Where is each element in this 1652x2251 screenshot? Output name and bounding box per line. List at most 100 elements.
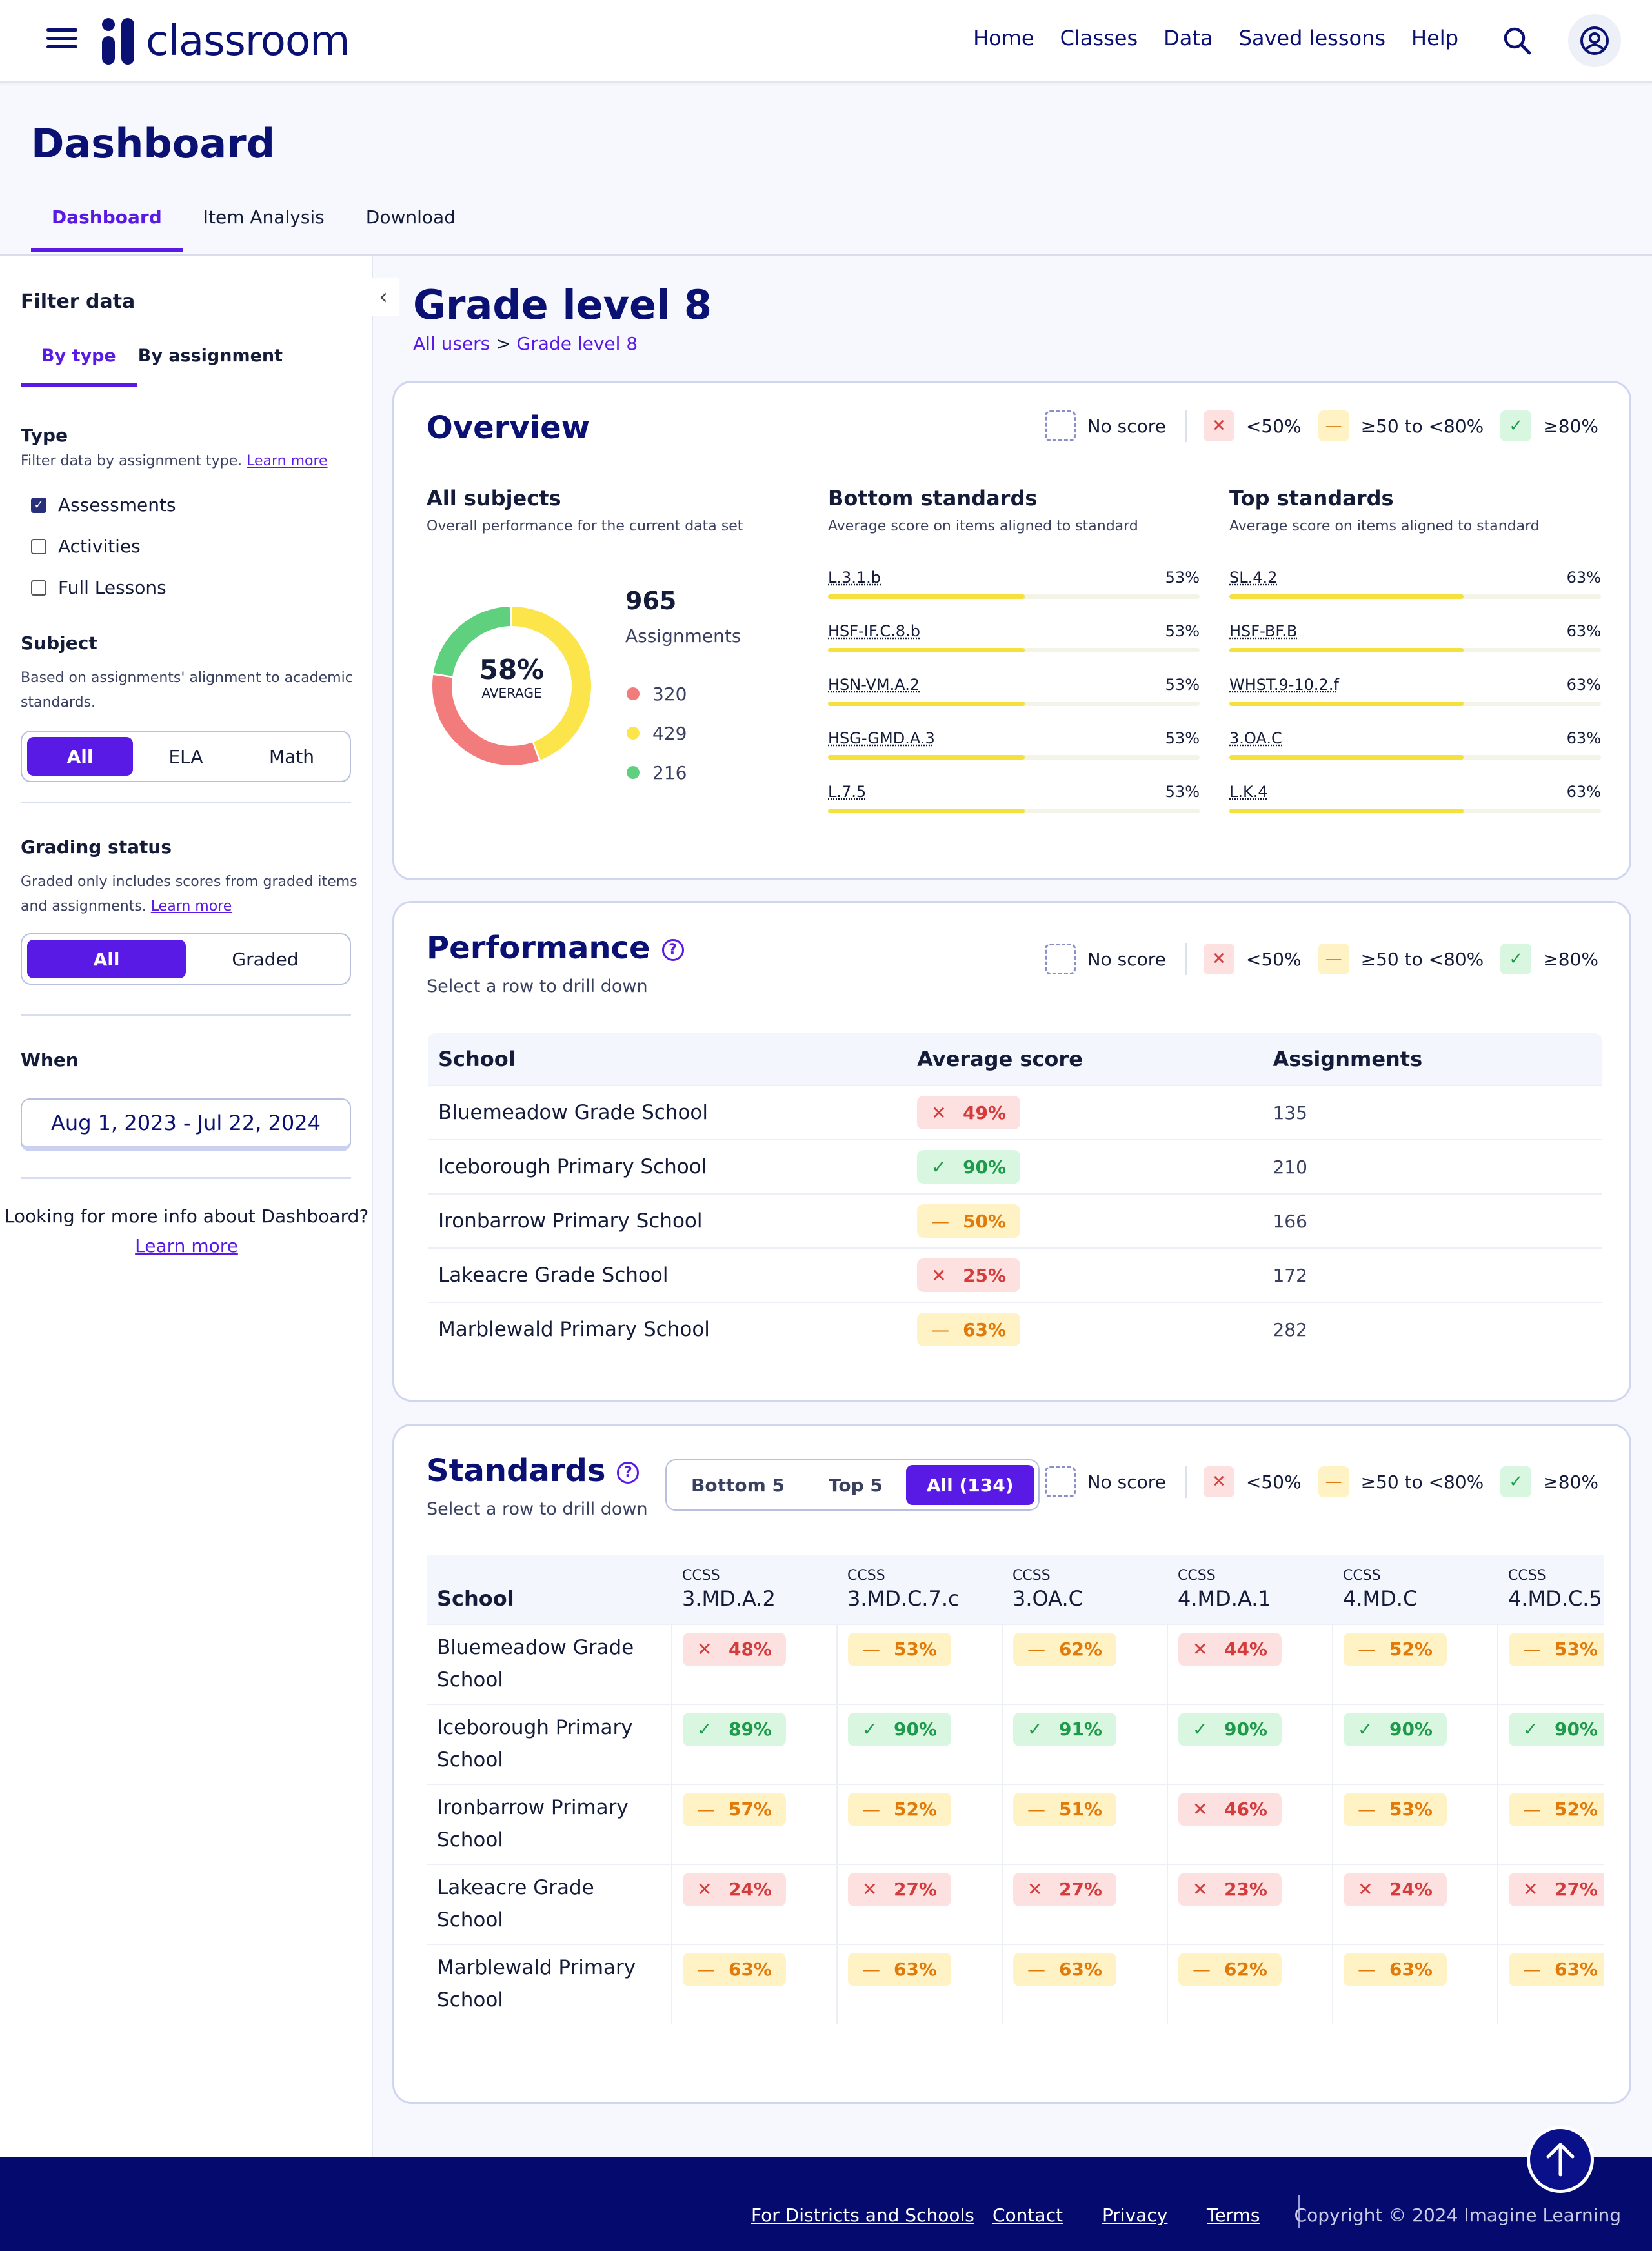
table-row[interactable]: Iceborough Primary School ✓ 89% ✓ 90% ✓ 91% ✓ 90…: [427, 1704, 1604, 1784]
no-score-swatch: [1044, 410, 1076, 441]
tab-by-type[interactable]: By type: [21, 346, 137, 387]
standard-row[interactable]: HSG-GMD.A.3 53%: [828, 729, 1200, 768]
column-header-standard[interactable]: CCSS 4.MD.A.1: [1167, 1555, 1333, 1624]
subject-math[interactable]: Math: [239, 737, 345, 776]
standard-row[interactable]: SL.4.2 63%: [1229, 569, 1601, 607]
subject-ela[interactable]: ELA: [133, 737, 239, 776]
x-icon: ✕: [862, 1879, 878, 1900]
nav-saved-lessons[interactable]: Saved lessons: [1239, 26, 1385, 50]
footer-link-terms[interactable]: Terms: [1207, 2205, 1260, 2226]
legend-label: ≥50 to <80%: [1360, 1471, 1484, 1493]
date-range-picker[interactable]: Aug 1, 2023 - Jul 22, 2024: [21, 1098, 351, 1151]
table-row[interactable]: Ironbarrow Primary School — 57% — 52% — 51% ✕ 46…: [427, 1784, 1604, 1864]
column-header-school[interactable]: School: [427, 1555, 672, 1624]
column-header-standard[interactable]: CCSS 3.MD.A.2: [672, 1555, 837, 1624]
standard-code[interactable]: SL.4.2: [1229, 569, 1277, 587]
grading-graded[interactable]: Graded: [186, 940, 345, 978]
account-icon[interactable]: [1568, 14, 1621, 67]
more-info-text: Looking for more info about Dashboard?: [4, 1206, 369, 1227]
tab-item-analysis[interactable]: Item Analysis: [183, 200, 345, 252]
grading-all[interactable]: All: [27, 940, 186, 978]
search-icon[interactable]: [1501, 25, 1533, 57]
table-row[interactable]: Lakeacre Grade School ✕ 25% 172: [428, 1247, 1602, 1302]
breadcrumb-current[interactable]: Grade level 8: [517, 333, 638, 354]
menu-icon[interactable]: [46, 23, 79, 56]
standard-code[interactable]: L.K.4: [1229, 783, 1268, 801]
standard-code[interactable]: WHST.9-10.2.f: [1229, 676, 1339, 694]
standard-row[interactable]: HSN-VM.A.2 53%: [828, 676, 1200, 714]
standard-score-cell: — 63%: [1498, 1944, 1604, 2024]
standard-code[interactable]: L.3.1.b: [828, 569, 881, 587]
help-icon[interactable]: ?: [661, 939, 684, 961]
standard-row[interactable]: L.7.5 53%: [828, 783, 1200, 822]
table-row[interactable]: Marblewald Primary School — 63% 282: [428, 1302, 1602, 1356]
column-header-standard[interactable]: CCSS 3.MD.C.7.c: [837, 1555, 1002, 1624]
standard-row[interactable]: L.3.1.b 53%: [828, 569, 1200, 607]
table-row[interactable]: Marblewald Primary School — 63% — 63% — 63% — 62…: [427, 1944, 1604, 2024]
standards-table-scroll[interactable]: School CCSS 3.MD.A.2 CCSS 3.MD.C.7.c CCSS 3.OA…: [427, 1555, 1604, 2052]
standard-code[interactable]: 3.OA.C: [1229, 729, 1282, 747]
legend-label: <50%: [1245, 415, 1302, 437]
column-header-average-score[interactable]: Average score: [907, 1033, 1263, 1085]
tab-by-assignment[interactable]: By assignment: [138, 346, 283, 387]
score-badge: — 57%: [683, 1793, 786, 1826]
standard-code[interactable]: HSF-BF.B: [1229, 622, 1297, 640]
column-header-assignments[interactable]: Assignments: [1262, 1033, 1602, 1085]
checkbox-full-lessons[interactable]: Full Lessons: [31, 577, 166, 598]
standard-code[interactable]: HSG-GMD.A.3: [828, 729, 935, 747]
footer-link-districts[interactable]: For Districts and Schools: [751, 2205, 974, 2226]
column-header-standard[interactable]: CCSS 4.MD.C.5.: [1498, 1555, 1604, 1624]
x-icon: ✕: [1203, 1466, 1234, 1497]
standard-row[interactable]: HSF-BF.B 63%: [1229, 622, 1601, 661]
column-header-standard[interactable]: CCSS 3.OA.C: [1002, 1555, 1167, 1624]
type-learn-more[interactable]: Learn more: [247, 453, 327, 469]
column-header-standard[interactable]: CCSS 4.MD.C: [1333, 1555, 1498, 1624]
footer-link-privacy[interactable]: Privacy: [1102, 2205, 1167, 2226]
filter-bottom-5[interactable]: Bottom 5: [670, 1465, 805, 1505]
nav-classes[interactable]: Classes: [1060, 26, 1138, 50]
filter-all[interactable]: All (134): [905, 1465, 1034, 1505]
table-row[interactable]: Ironbarrow Primary School — 50% 166: [428, 1193, 1602, 1248]
scroll-to-top-button[interactable]: [1527, 2126, 1594, 2193]
segment-count: 216: [652, 762, 687, 783]
score-value: 27%: [1058, 1879, 1102, 1900]
tab-download[interactable]: Download: [345, 200, 476, 252]
check-icon: ✓: [1500, 944, 1532, 974]
checkbox-assessments[interactable]: ✓ Assessments: [31, 494, 176, 516]
nav-data[interactable]: Data: [1163, 26, 1213, 50]
table-row[interactable]: Bluemeadow Grade School ✕ 49% 135: [428, 1085, 1602, 1140]
table-row[interactable]: Lakeacre Grade School ✕ 24% ✕ 27% ✕ 27% ✕ 23% ✕ 24…: [427, 1864, 1604, 1944]
grading-learn-more[interactable]: Learn more: [151, 898, 232, 914]
table-row[interactable]: Bluemeadow Grade School ✕ 48% — 53% — 62% ✕ 44% —…: [427, 1624, 1604, 1704]
checkbox-activities[interactable]: Activities: [31, 536, 141, 557]
help-icon[interactable]: ?: [617, 1462, 640, 1484]
score-badge: ✕ 27%: [1509, 1873, 1604, 1906]
standard-bar-track: [828, 702, 1200, 706]
nav-home[interactable]: Home: [973, 26, 1034, 50]
standard-row[interactable]: WHST.9-10.2.f 63%: [1229, 676, 1601, 714]
collapse-sidebar-button[interactable]: ‹: [368, 278, 399, 316]
score-value: 90%: [1554, 1719, 1598, 1740]
standard-code[interactable]: L.7.5: [828, 783, 866, 801]
standard-code: 3.MD.C.7.c: [847, 1586, 960, 1611]
standard-code[interactable]: HSN-VM.A.2: [828, 676, 920, 694]
more-info-learn-more[interactable]: Learn more: [135, 1231, 238, 1261]
dash-icon: —: [697, 1959, 715, 1980]
standard-row[interactable]: HSF-IF.C.8.b 53%: [828, 622, 1200, 661]
grading-toggle: All Graded: [21, 933, 351, 985]
standard-score-cell: ✓ 91%: [1002, 1704, 1168, 1784]
breadcrumb-root[interactable]: All users: [413, 333, 490, 354]
filter-top-5[interactable]: Top 5: [808, 1465, 903, 1505]
standard-code[interactable]: HSF-IF.C.8.b: [828, 622, 920, 640]
column-header-school[interactable]: School: [428, 1033, 907, 1085]
dash-icon: —: [931, 1318, 950, 1340]
footer-link-contact[interactable]: Contact: [992, 2205, 1063, 2226]
logo[interactable]: classroom: [102, 17, 350, 66]
standard-row[interactable]: L.K.4 63%: [1229, 783, 1601, 822]
assignments-count: 135: [1262, 1085, 1602, 1140]
standard-row[interactable]: 3.OA.C 63%: [1229, 729, 1601, 768]
nav-help[interactable]: Help: [1411, 26, 1458, 50]
subject-all[interactable]: All: [27, 737, 133, 776]
table-row[interactable]: Iceborough Primary School ✓ 90% 210: [428, 1139, 1602, 1194]
tab-dashboard[interactable]: Dashboard: [31, 200, 183, 252]
